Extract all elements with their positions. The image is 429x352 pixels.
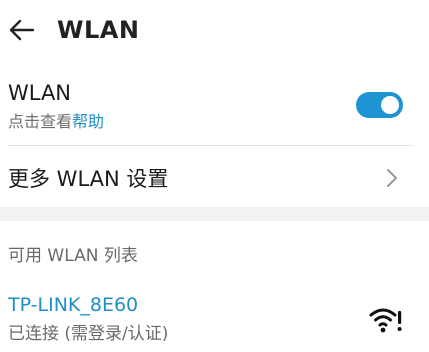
arrow-left-icon: [9, 19, 35, 41]
help-link[interactable]: 帮助: [72, 112, 104, 131]
wlan-toggle-row[interactable]: WLAN 点击查看帮助: [0, 74, 429, 144]
available-networks-header: 可用 WLAN 列表: [8, 246, 138, 266]
wlan-subtitle: 点击查看帮助: [8, 111, 104, 133]
network-status: 已连接 (需登录/认证): [8, 324, 169, 344]
more-wlan-settings-label: 更多 WLAN 设置: [8, 167, 169, 191]
wlan-title: WLAN: [8, 81, 72, 105]
page-title: WLAN: [57, 16, 140, 44]
divider: [8, 145, 413, 146]
wlan-subtitle-prefix: 点击查看: [8, 112, 73, 131]
wlan-settings-screen: WLAN WLAN 点击查看帮助 更多 WLAN 设置 可用 WLAN 列表 T…: [0, 0, 429, 352]
network-list-item[interactable]: TP-LINK_8E60 已连接 (需登录/认证): [0, 285, 429, 352]
more-wlan-settings-row[interactable]: 更多 WLAN 设置: [0, 150, 429, 206]
header: WLAN: [0, 0, 429, 62]
toggle-knob: [381, 96, 399, 114]
network-ssid: TP-LINK_8E60: [8, 294, 139, 316]
section-gap: [0, 207, 429, 221]
wlan-toggle-switch[interactable]: [356, 92, 403, 118]
back-button[interactable]: [6, 14, 38, 46]
chevron-right-icon: [387, 169, 397, 187]
wifi-login-required-icon: [369, 308, 402, 333]
